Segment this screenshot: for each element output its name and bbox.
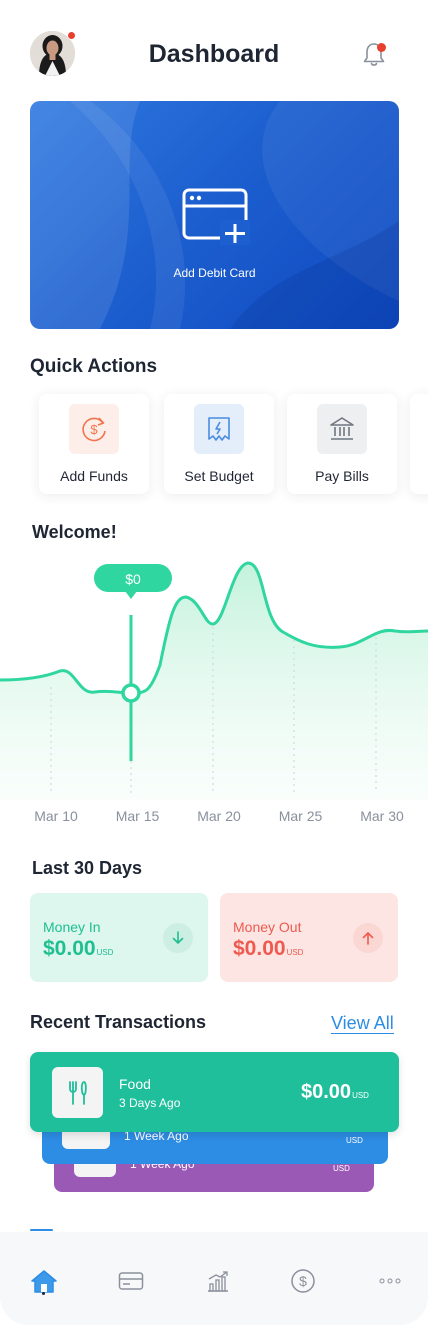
x-tick-label: Mar 10 xyxy=(34,808,78,824)
add-funds-label: Add Funds xyxy=(60,468,128,484)
x-tick-label: Mar 25 xyxy=(279,808,323,824)
last-30-days-title: Last 30 Days xyxy=(32,858,143,878)
transaction-name: Food xyxy=(119,1076,151,1092)
receipt-icon xyxy=(194,404,244,454)
chart-icon[interactable] xyxy=(204,1267,232,1295)
money-out-label: Money Out xyxy=(233,919,302,935)
chart-selection-point[interactable] xyxy=(121,683,141,703)
activity-chart[interactable]: $0 Mar 10 Mar 15 Mar 20 Mar 25 Mar 30 xyxy=(0,555,428,840)
money-in-card[interactable]: Money In $0.00USD xyxy=(30,893,208,982)
arrow-up-icon xyxy=(353,923,383,953)
svg-text:$: $ xyxy=(299,1273,307,1289)
add-debit-card-label: Add Debit Card xyxy=(173,266,256,280)
recent-transactions-title: Recent Transactions xyxy=(30,1012,207,1032)
quick-actions-title: Quick Actions xyxy=(30,356,158,377)
welcome-title: Welcome! xyxy=(32,522,117,542)
header: Dashboard xyxy=(0,0,428,100)
tooltip-value: $0 xyxy=(125,571,141,587)
x-tick-label: Mar 15 xyxy=(116,808,160,824)
pay-bills-label: Pay Bills xyxy=(315,468,369,484)
transaction-time: 3 Days Ago xyxy=(119,1096,181,1110)
set-budget-button[interactable]: Set Budget xyxy=(164,394,274,494)
arrow-down-icon xyxy=(163,923,193,953)
money-out-card[interactable]: Money Out $0.00USD xyxy=(220,893,398,982)
card-icon[interactable] xyxy=(117,1267,145,1295)
bottom-nav: $ xyxy=(0,1232,428,1325)
chart-tooltip: $0 xyxy=(94,564,172,599)
x-tick-label: Mar 30 xyxy=(360,808,404,824)
nav-active-indicator xyxy=(30,1229,53,1231)
quick-actions-strip[interactable]: $ Add Funds Set Budget Pay Bills xyxy=(0,386,428,504)
pay-bills-button[interactable]: Pay Bills xyxy=(287,394,397,494)
transaction-amount: $0.00USD xyxy=(301,1081,369,1103)
transaction-currency: USD xyxy=(346,1136,363,1145)
avatar-status-dot xyxy=(67,31,76,40)
x-axis-ticks: Mar 10 Mar 15 Mar 20 Mar 25 Mar 30 xyxy=(34,808,404,824)
x-tick-label: Mar 20 xyxy=(197,808,241,824)
more-quick-action-button[interactable] xyxy=(410,394,428,494)
transaction-currency: USD xyxy=(333,1164,350,1173)
chart-area xyxy=(0,563,428,800)
dollar-icon[interactable]: $ xyxy=(289,1267,317,1295)
utensils-icon xyxy=(52,1067,103,1118)
set-budget-label: Set Budget xyxy=(184,468,254,484)
add-funds-button[interactable]: $ Add Funds xyxy=(39,394,149,494)
money-in-amount: $0.00USD xyxy=(43,937,114,960)
dollar-refresh-icon: $ xyxy=(69,404,119,454)
view-all-link[interactable]: View All xyxy=(331,1013,394,1034)
add-card-icon xyxy=(182,188,250,245)
money-in-label: Money In xyxy=(43,919,101,935)
svg-text:$: $ xyxy=(90,422,98,437)
notification-dot xyxy=(377,43,386,52)
home-icon[interactable] xyxy=(30,1267,58,1295)
home-active-dot xyxy=(42,1292,45,1295)
bank-icon xyxy=(317,404,367,454)
more-icon[interactable] xyxy=(376,1267,404,1295)
money-out-amount: $0.00USD xyxy=(233,937,304,960)
add-debit-card[interactable]: Add Debit Card xyxy=(30,101,399,329)
transaction-card-food[interactable]: Food 3 Days Ago $0.00USD xyxy=(30,1052,399,1132)
